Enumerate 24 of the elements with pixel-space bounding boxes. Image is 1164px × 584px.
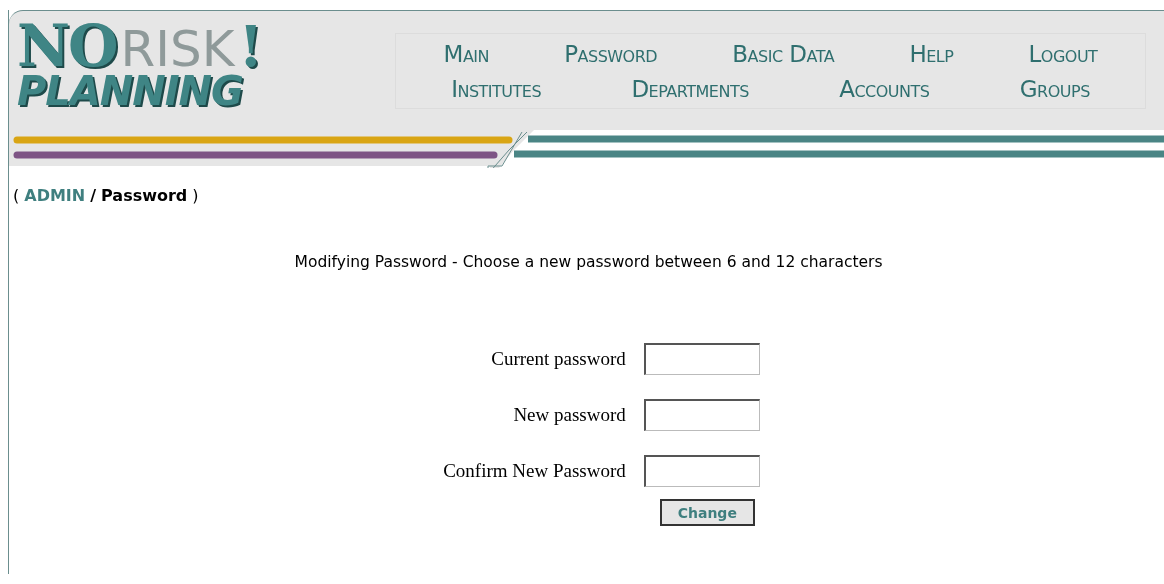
password-field[interactable] [643, 455, 760, 487]
breadcrumb-current: Password [101, 186, 188, 205]
nav-link[interactable]: Accounts [839, 75, 930, 102]
page-heading: Modifying Password - Choose a new password between 6 and 12 characters [293, 253, 884, 271]
logo-text: RISK [120, 24, 235, 74]
nav-link[interactable]: Password [564, 40, 658, 67]
password-field[interactable] [643, 399, 760, 431]
nav-link[interactable]: Groups [1019, 75, 1090, 102]
breadcrumb-link[interactable]: ADMIN [24, 186, 86, 205]
change-button[interactable]: Change [659, 499, 755, 526]
nav-link[interactable]: Basic Data [732, 40, 835, 67]
field-label: New password [512, 404, 626, 426]
field-label: Confirm New Password [443, 460, 626, 482]
paren-text: ( [13, 186, 20, 205]
nav-link[interactable]: Logout [1028, 40, 1098, 67]
nav-link[interactable]: Help [909, 40, 954, 67]
nav-link[interactable]: Departments [631, 75, 749, 102]
logo-text: ! [238, 18, 264, 74]
password-field[interactable] [643, 343, 760, 375]
nav-link[interactable]: Main [443, 40, 490, 67]
field-label: Current password [490, 348, 626, 370]
breadcrumb-separator: / [90, 186, 97, 205]
paren-text: ) [192, 186, 199, 205]
nav-link[interactable]: Institutes [451, 75, 542, 102]
